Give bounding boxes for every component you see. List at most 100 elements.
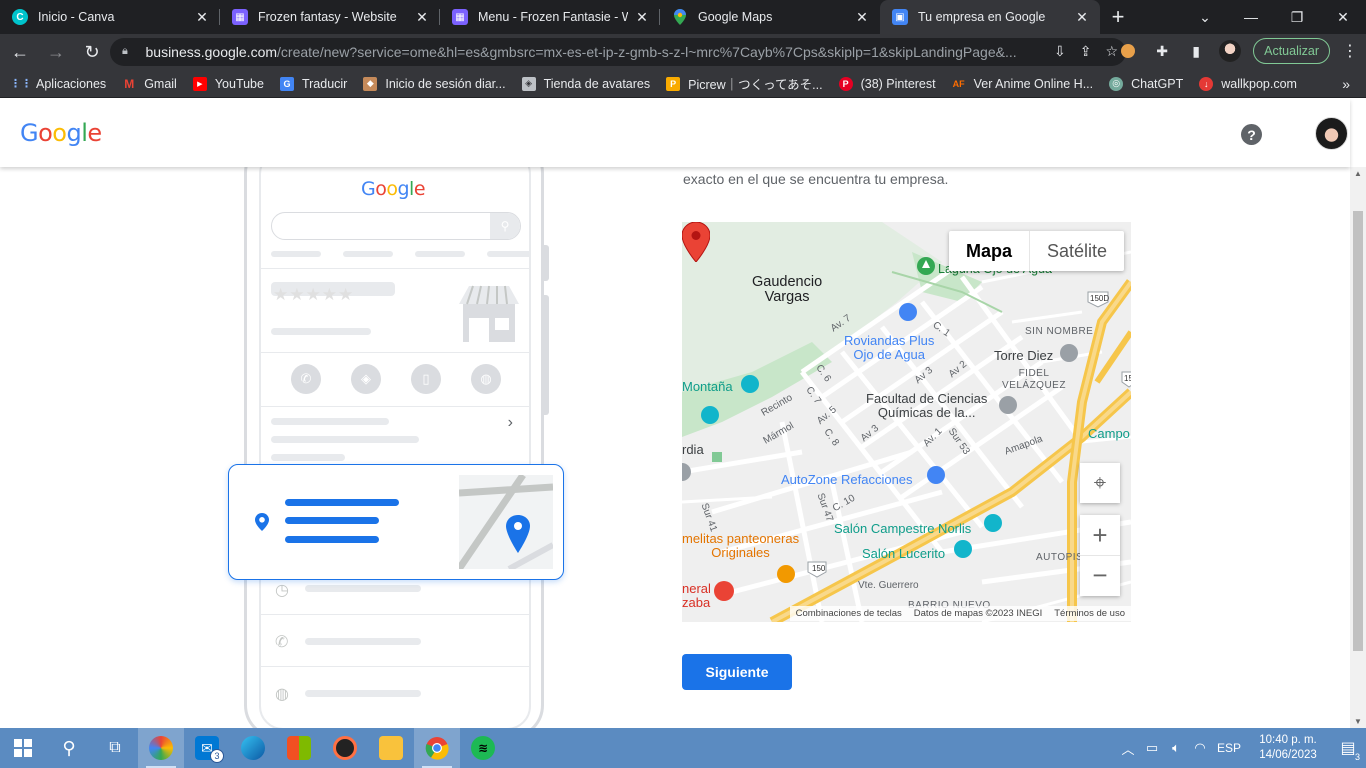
storefront-icon <box>459 285 519 342</box>
address-bar[interactable]: 🔒︎ business.google.com/create/new?servic… <box>110 38 1126 66</box>
bookmark-wallkpop[interactable]: ↓ wallkpop.com <box>1199 76 1297 91</box>
media-player-icon[interactable] <box>322 728 368 768</box>
highway-shield-label: 150 <box>812 564 826 573</box>
update-button[interactable]: Actualizar <box>1253 38 1330 64</box>
my-location-icon[interactable]: ⌖ <box>1080 463 1120 503</box>
spotify-icon[interactable]: ≋ <box>460 728 506 768</box>
scroll-up-arrow-icon[interactable]: ▲ <box>1354 169 1362 178</box>
scroll-down-arrow-icon[interactable]: ▼ <box>1354 717 1362 726</box>
input-language[interactable]: ESP <box>1212 741 1246 755</box>
page-scrollbar[interactable]: ▲ ▼ <box>1350 167 1366 728</box>
bookmark-youtube[interactable]: ▶ YouTube <box>192 76 264 91</box>
notifications-icon[interactable]: ▤ 3 <box>1330 738 1366 762</box>
tray-overflow-icon[interactable]: ︿ <box>1116 739 1140 758</box>
picrew-icon: P <box>666 76 681 91</box>
bookmark-star-icon[interactable]: ☆ <box>1105 43 1118 60</box>
bookmark-traducir[interactable]: G Traducir <box>279 76 347 91</box>
tab-google-maps[interactable]: Google Maps ✕ <box>660 0 880 34</box>
map-type-toggle[interactable]: Mapa Satélite <box>949 231 1125 271</box>
tab-canva[interactable]: C Inicio - Canva ✕ <box>0 0 220 34</box>
install-app-icon[interactable]: ⇩ <box>1054 43 1066 60</box>
url-path: /create/new?service=ome&hl=es&gmbsrc=mx-… <box>277 44 1017 60</box>
clock-date: 14/06/2023 <box>1259 749 1317 761</box>
bookmark-pinterest[interactable]: P (38) Pinterest <box>838 76 936 91</box>
business-location-pin-icon[interactable] <box>682 222 710 262</box>
minimize-icon[interactable]: — <box>1228 0 1274 34</box>
extensions-puzzle-icon[interactable]: ✚ <box>1151 40 1173 62</box>
microsoft-store-icon[interactable] <box>276 728 322 768</box>
profile-avatar[interactable] <box>1219 40 1242 62</box>
more-menu-icon[interactable]: ⋮ <box>1342 41 1358 61</box>
file-explorer-icon[interactable] <box>368 728 414 768</box>
phone-side-button <box>544 295 549 415</box>
tab-search-chevron-icon[interactable]: ⌄ <box>1182 0 1228 34</box>
task-view-icon[interactable]: ⧉ <box>92 728 138 768</box>
bookmark-picrew[interactable]: P Picrew｜つくってあそ... <box>666 74 823 93</box>
placeholder-bar <box>415 251 465 257</box>
zoom-in-icon[interactable]: + <box>1080 516 1120 556</box>
close-window-icon[interactable]: ✕ <box>1320 0 1366 34</box>
share-icon[interactable]: ⇪ <box>1080 43 1092 60</box>
close-icon[interactable]: ✕ <box>634 9 650 26</box>
tab-menu-frozen-fantasie[interactable]: ▦ Menu - Frozen Fantasie - Website ✕ <box>440 0 660 34</box>
venue-marker <box>984 514 1002 532</box>
browser-toolbar: ← → ↻ 🔒︎ business.google.com/create/new?… <box>0 34 1366 70</box>
zoom-out-icon[interactable]: − <box>1080 556 1120 596</box>
clock-icon: ◷ <box>275 582 289 599</box>
next-button[interactable]: Siguiente <box>682 654 792 690</box>
divider <box>261 268 529 269</box>
wifi-icon[interactable]: ◠ <box>1188 740 1212 756</box>
reload-icon[interactable]: ↻ <box>76 36 108 68</box>
forward-arrow-icon[interactable]: → <box>40 36 72 68</box>
back-arrow-icon[interactable]: ← <box>4 36 36 68</box>
bookmarks-overflow-icon[interactable]: » <box>1342 76 1350 92</box>
divider <box>261 666 529 667</box>
roblox-icon: ◈ <box>521 76 536 91</box>
bookmark-tienda-avatares[interactable]: ◈ Tienda de avatares <box>521 76 651 91</box>
placeholder-bar <box>305 690 421 697</box>
map-type-map-button[interactable]: Mapa <box>949 231 1031 271</box>
edge-browser-icon[interactable] <box>230 728 276 768</box>
close-icon[interactable]: ✕ <box>194 9 210 26</box>
volume-icon[interactable]: 🔈︎ <box>1164 740 1188 756</box>
map-label: Salón Lucerito <box>862 546 946 561</box>
bookmark-gmail[interactable]: M Gmail <box>122 77 177 91</box>
bookmark-anime[interactable]: AF Ver Anime Online H... <box>952 77 1094 91</box>
extension-pet-icon[interactable] <box>1117 40 1139 62</box>
battery-icon[interactable]: ▭ <box>1140 740 1164 756</box>
scrollbar-thumb[interactable] <box>1353 211 1363 651</box>
side-panel-icon[interactable]: ▮ <box>1185 40 1207 62</box>
phone-screen: Google ⚲ ★★★★★ ✆ ◈ ▯ ◍ › ◷ ✆ ◍ <box>259 150 531 728</box>
bookmark-inicio-sesion[interactable]: ◆ Inicio de sesión diar... <box>363 76 506 91</box>
new-tab-button[interactable]: + <box>1100 0 1136 34</box>
chrome-browser-icon[interactable] <box>414 728 460 768</box>
keyboard-shortcuts-link[interactable]: Combinaciones de teclas <box>789 606 908 621</box>
photos-app-icon[interactable] <box>138 728 184 768</box>
help-icon[interactable]: ? <box>1241 124 1262 145</box>
tab-frozen-fantasy-website[interactable]: ▦ Frozen fantasy - Website ✕ <box>220 0 440 34</box>
google-logo[interactable]: Google <box>20 119 102 147</box>
start-button[interactable] <box>0 728 46 768</box>
notification-count: 3 <box>1354 752 1360 762</box>
mail-app-icon[interactable]: ✉ 3 <box>184 728 230 768</box>
close-icon[interactable]: ✕ <box>414 9 430 26</box>
close-icon[interactable]: ✕ <box>854 9 870 26</box>
map-label: melitas panteoneras Originales <box>682 531 800 560</box>
zoom-controls: + − <box>1080 515 1120 596</box>
map-label: AutoZone Refacciones <box>781 472 913 487</box>
bookmark-label: YouTube <box>214 76 264 91</box>
account-avatar[interactable] <box>1315 117 1348 150</box>
search-icon[interactable]: ⚲ <box>46 728 92 768</box>
close-icon[interactable]: ✕ <box>1074 9 1090 26</box>
google-header: Google ? <box>0 99 1350 167</box>
restore-icon[interactable]: ❐ <box>1274 0 1320 34</box>
map-type-satellite-button[interactable]: Satélite <box>1030 231 1124 271</box>
bookmark-chatgpt[interactable]: ◎ ChatGPT <box>1109 76 1183 91</box>
location-map[interactable]: Mapa Satélite Gaudencio Vargas Laguna Oj… <box>682 222 1131 622</box>
clock[interactable]: 10:40 p. m. 14/06/2023 <box>1246 733 1330 763</box>
bookmark-aplicaciones[interactable]: ⋮⋮ Aplicaciones <box>10 77 106 91</box>
terms-of-use-link[interactable]: Términos de uso <box>1048 606 1131 621</box>
tab-tu-empresa-en-google[interactable]: ▣ Tu empresa en Google ✕ <box>880 0 1100 34</box>
bookmark-label: Tienda de avatares <box>543 76 651 91</box>
google-maps-icon <box>672 9 688 25</box>
